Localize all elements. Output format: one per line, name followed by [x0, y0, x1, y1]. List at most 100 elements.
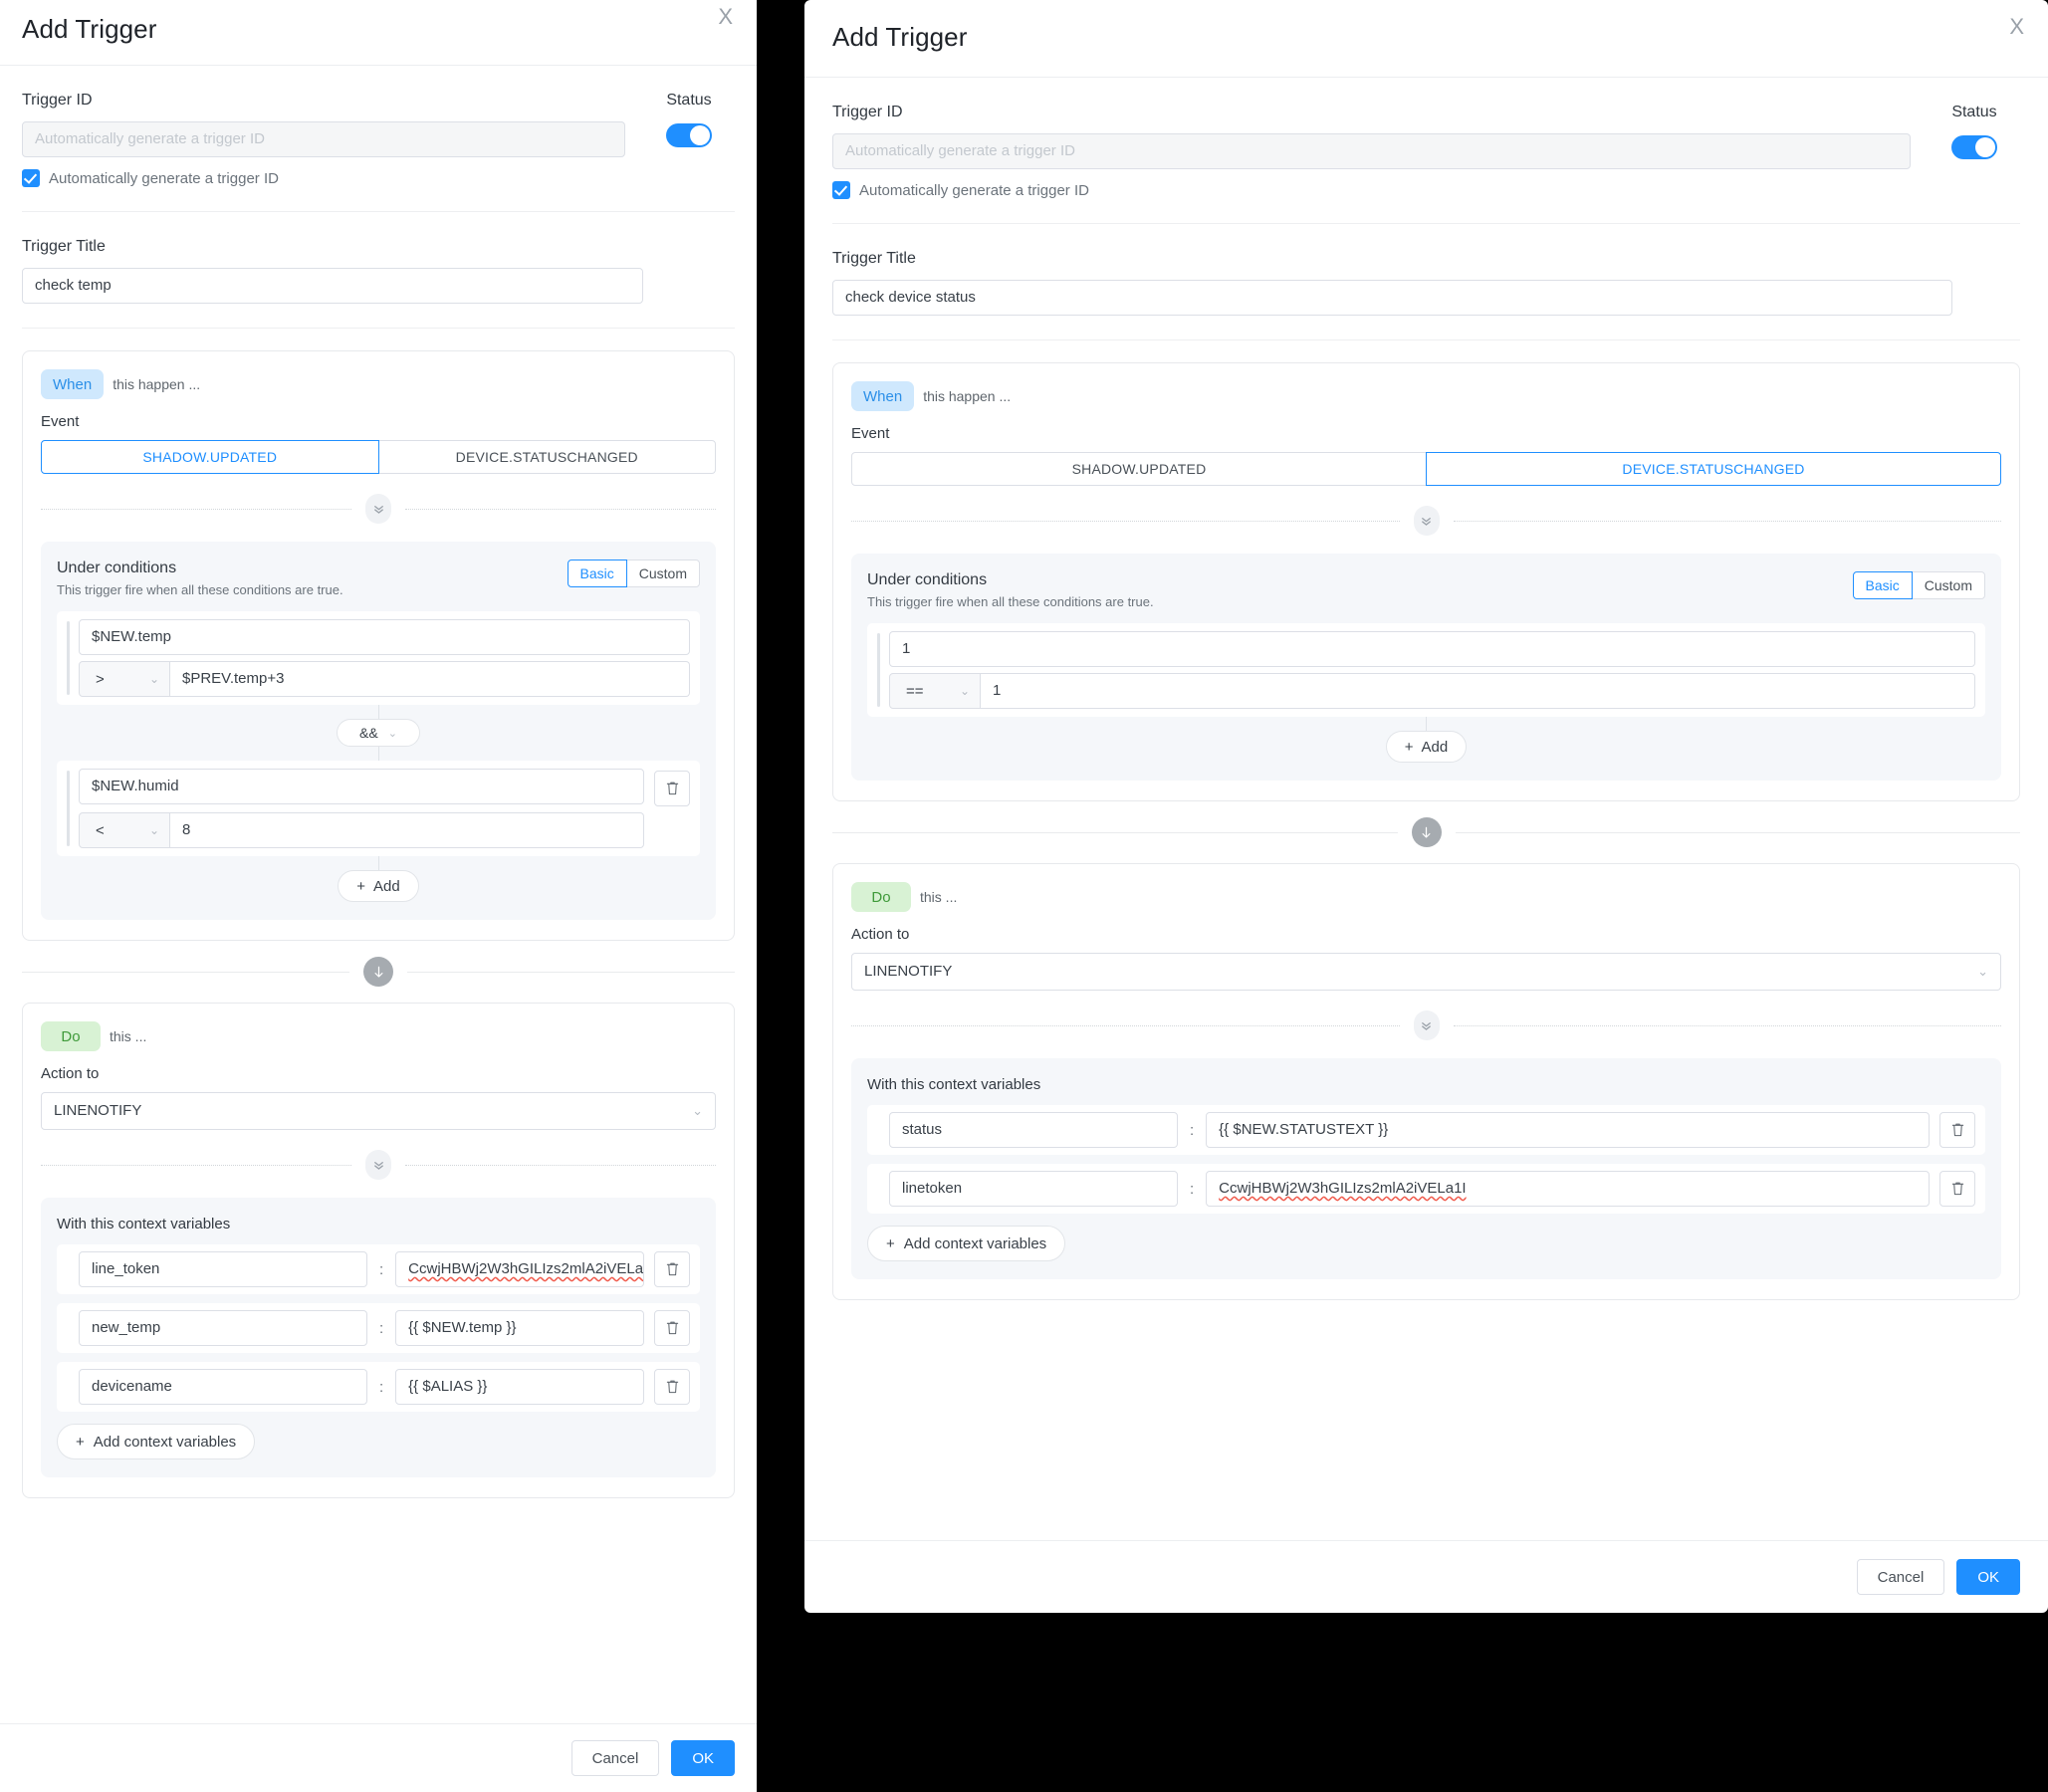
condition-operator-select[interactable]: < ⌄	[79, 812, 170, 848]
context-key-input[interactable]: line_token	[79, 1251, 367, 1287]
context-value-input[interactable]: {{ $ALIAS }}	[395, 1369, 644, 1405]
when-card: When this happen ... Event SHADOW.UPDATE…	[832, 362, 2020, 801]
context-colon: :	[379, 1260, 384, 1278]
delete-context-variable-button[interactable]	[1939, 1112, 1975, 1148]
conditions-header: Under conditions This trigger fire when …	[57, 560, 700, 597]
close-icon[interactable]: X	[2009, 16, 2024, 38]
event-selector: SHADOW.UPDATED DEVICE.STATUSCHANGED	[851, 452, 2001, 486]
when-badge-row: When this happen ...	[41, 369, 716, 399]
condition-connector-bottom	[377, 747, 379, 761]
divider-line-left	[851, 1024, 1400, 1026]
condition-fields: 1 == ⌄ 1	[889, 631, 1975, 709]
plus-icon: +	[886, 1234, 895, 1252]
add-condition-wrap: + Add	[57, 870, 700, 902]
when-badge-row: When this happen ...	[851, 381, 2001, 411]
event-option-device-statuschanged[interactable]: DEVICE.STATUSCHANGED	[1426, 452, 2001, 486]
condition-operator-value: <	[96, 821, 105, 839]
cancel-button[interactable]: Cancel	[1856, 1559, 1945, 1595]
trigger-title-label: Trigger Title	[22, 238, 106, 255]
mode-basic-button[interactable]: Basic	[1852, 571, 1913, 599]
divider-line-left	[832, 831, 1398, 833]
condition-fields: $NEW.temp > ⌄ $PREV.temp+3	[79, 619, 690, 697]
context-value-input[interactable]: CcwjHBWj2W3hGILIzs2mlA2iVELa1I	[1206, 1171, 1930, 1207]
add-condition-label: Add	[373, 877, 400, 895]
action-select[interactable]: LINENOTIFY ⌄	[851, 953, 2001, 991]
context-value-input[interactable]: {{ $NEW.STATUSTEXT }}	[1206, 1112, 1930, 1148]
trigger-id-input[interactable]: Automatically generate a trigger ID	[22, 121, 625, 157]
ok-button[interactable]: OK	[671, 1740, 735, 1776]
add-condition-button[interactable]: + Add	[338, 870, 419, 902]
ok-button[interactable]: OK	[1956, 1559, 2020, 1595]
mode-custom-button[interactable]: Custom	[625, 560, 700, 587]
action-to-label: Action to	[41, 1065, 100, 1082]
condition-value-input[interactable]: 8	[170, 812, 644, 848]
status-label: Status	[666, 92, 712, 109]
context-colon: :	[1190, 1180, 1195, 1198]
cancel-button[interactable]: Cancel	[570, 1740, 660, 1776]
mode-custom-button[interactable]: Custom	[1911, 571, 1985, 599]
condition-field-input[interactable]: $NEW.temp	[79, 619, 690, 655]
add-condition-button[interactable]: + Add	[1385, 731, 1468, 763]
trigger-title-input[interactable]: check temp	[22, 268, 643, 304]
checkbox-icon[interactable]	[832, 181, 850, 199]
add-context-variable-button[interactable]: + Add context variables	[57, 1424, 256, 1459]
condition-value-input[interactable]: $PREV.temp+3	[170, 661, 690, 697]
conditions-text-group: Under conditions This trigger fire when …	[57, 560, 343, 597]
action-select[interactable]: LINENOTIFY ⌄	[41, 1092, 716, 1130]
action-collapse-divider	[41, 1150, 716, 1180]
context-value-input[interactable]: {{ $NEW.temp }}	[395, 1310, 644, 1346]
dialog-body: Trigger ID Automatically generate a trig…	[804, 78, 2048, 1540]
context-key-input[interactable]: devicename	[79, 1369, 367, 1405]
delete-context-variable-button[interactable]	[654, 1251, 690, 1287]
event-option-device-statuschanged[interactable]: DEVICE.STATUSCHANGED	[377, 440, 716, 474]
arrow-down-icon[interactable]	[1411, 817, 1442, 847]
trigger-id-input[interactable]: Automatically generate a trigger ID	[832, 133, 1911, 169]
arrow-down-icon[interactable]	[363, 957, 393, 987]
auto-generate-checkbox-row[interactable]: Automatically generate a trigger ID	[832, 181, 1911, 199]
add-context-variable-button[interactable]: + Add context variables	[867, 1226, 1066, 1261]
status-toggle[interactable]	[1951, 135, 1997, 159]
condition-value-input[interactable]: 1	[981, 673, 1975, 709]
do-card: Do this ... Action to LINENOTIFY ⌄ With	[832, 863, 2020, 1300]
context-variable-row: devicename : {{ $ALIAS }}	[57, 1362, 700, 1412]
trigger-title-input[interactable]: check device status	[832, 280, 1952, 316]
divider-line-right	[1455, 831, 2020, 833]
chevron-down-icon[interactable]	[365, 1150, 391, 1180]
delete-context-variable-button[interactable]	[654, 1369, 690, 1405]
trigger-id-placeholder: Automatically generate a trigger ID	[35, 130, 265, 147]
delete-context-variable-button[interactable]	[654, 1310, 690, 1346]
trigger-title-section: Trigger Title check device status	[832, 224, 2020, 340]
mode-basic-button[interactable]: Basic	[567, 560, 627, 587]
do-badge-row: Do this ...	[41, 1021, 716, 1051]
event-selector: SHADOW.UPDATED DEVICE.STATUSCHANGED	[41, 440, 716, 474]
add-condition-wrap: + Add	[867, 731, 1985, 763]
context-variable-row: line_token : CcwjHBWj2W3hGILIzs2mlA2iVEL…	[57, 1244, 700, 1294]
condition-join-select[interactable]: && ⌄	[337, 719, 420, 747]
checkbox-icon[interactable]	[22, 169, 40, 187]
close-icon[interactable]: X	[718, 6, 733, 28]
condition-field-input[interactable]: $NEW.humid	[79, 769, 644, 804]
event-option-shadow-updated[interactable]: SHADOW.UPDATED	[851, 452, 1427, 486]
divider-line-left	[41, 508, 351, 510]
status-toggle[interactable]	[666, 123, 712, 147]
delete-context-variable-button[interactable]	[1939, 1171, 1975, 1207]
context-key-input[interactable]: new_temp	[79, 1310, 367, 1346]
condition-field-input[interactable]: 1	[889, 631, 1975, 667]
dialog-footer: Cancel OK	[0, 1723, 757, 1792]
chevron-down-icon[interactable]	[1413, 1010, 1440, 1040]
auto-generate-checkbox-row[interactable]: Automatically generate a trigger ID	[22, 169, 625, 187]
context-key-input[interactable]: status	[889, 1112, 1178, 1148]
chevron-down-icon: ⌄	[959, 684, 970, 698]
trigger-id-label: Trigger ID	[22, 92, 93, 109]
delete-condition-button[interactable]	[654, 771, 690, 806]
context-value-input[interactable]: CcwjHBWj2W3hGILIzs2mlA2iVELa1I	[395, 1251, 644, 1287]
event-option-shadow-updated[interactable]: SHADOW.UPDATED	[41, 440, 379, 474]
condition-operator-select[interactable]: > ⌄	[79, 661, 170, 697]
plus-icon: +	[1404, 738, 1414, 756]
chevron-down-icon[interactable]	[365, 494, 391, 524]
conditions-panel: Under conditions This trigger fire when …	[41, 542, 716, 920]
condition-operator-select[interactable]: == ⌄	[889, 673, 981, 709]
chevron-down-icon[interactable]	[1413, 506, 1440, 536]
divider-line-right	[405, 1164, 716, 1166]
context-key-input[interactable]: linetoken	[889, 1171, 1178, 1207]
